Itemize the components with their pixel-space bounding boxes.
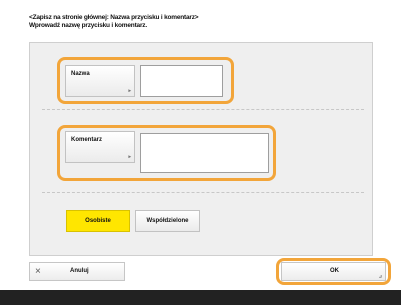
bottom-status-bar [0, 290, 401, 305]
name-button[interactable]: Nazwa ▸ [65, 65, 135, 97]
screen-title: <Zapisz na stronie głównej: Nazwa przyci… [29, 14, 199, 21]
corner-arrow-icon: ⌟ [378, 272, 382, 279]
screen-instruction: Wprowadź nazwę przycisku i komentarz. [29, 22, 147, 29]
divider [42, 109, 364, 110]
shared-toggle-button[interactable]: Współdzielone [135, 210, 200, 232]
cancel-button-label: Anuluj [70, 268, 89, 274]
name-button-label: Nazwa [71, 71, 90, 77]
cancel-button[interactable]: × Anuluj [29, 262, 125, 281]
ok-button-label: OK [330, 268, 339, 274]
private-toggle-button[interactable]: Osobiste [66, 210, 130, 232]
close-icon: × [35, 266, 41, 277]
triangle-arrow-icon: ▸ [128, 88, 131, 94]
divider [42, 192, 364, 193]
comment-button[interactable]: Komentarz ▸ [65, 131, 135, 163]
ok-button[interactable]: OK ⌟ [281, 262, 386, 281]
name-field[interactable] [140, 65, 223, 97]
comment-field[interactable] [140, 133, 269, 173]
comment-button-label: Komentarz [71, 137, 103, 143]
triangle-arrow-icon: ▸ [128, 154, 131, 160]
